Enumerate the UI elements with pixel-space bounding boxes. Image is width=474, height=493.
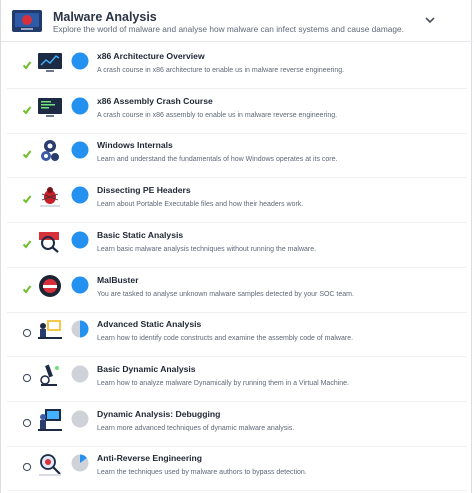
progress-circle-icon	[71, 231, 89, 249]
microscope-icon	[40, 364, 59, 386]
progress-circle-icon	[71, 276, 89, 293]
monitor-chart-icon	[38, 53, 62, 72]
progress-circle-icon	[71, 141, 89, 159]
room-item[interactable]: Basic Static Analysis Learn basic malware…	[1, 224, 473, 268]
empty-circle-icon	[22, 329, 32, 338]
module-card: Malware Analysis Explore the world of ma…	[0, 0, 473, 493]
progress-circle-icon	[71, 454, 89, 472]
progress-circle-icon	[71, 365, 89, 383]
module-header[interactable]: Malware Analysis Explore the world of ma…	[1, 0, 473, 42]
room-title[interactable]: Anti-Reverse Engineering	[97, 453, 202, 463]
progress-circle-icon	[71, 320, 89, 338]
room-item[interactable]: Dynamic Analysis: Debugging Learn more ad…	[1, 403, 473, 447]
room-item[interactable]: Advanced Static Analysis Learn how to ide…	[1, 313, 473, 358]
room-description: Learn how to analyze malware Dynamically…	[97, 379, 349, 387]
room-title[interactable]: x86 Architecture Overview	[97, 51, 205, 61]
room-title[interactable]: Dissecting PE Headers	[97, 185, 191, 195]
anti-re-magnifier-icon	[39, 454, 61, 477]
room-description: Learn basic malware analysis techniques …	[97, 245, 317, 253]
room-title[interactable]: Advanced Static Analysis	[97, 319, 201, 329]
room-description: Learn about Portable Executable files an…	[97, 201, 304, 209]
chevron-down-icon[interactable]	[423, 13, 437, 27]
magnifier-icon	[39, 231, 59, 253]
room-title[interactable]: Basic Static Analysis	[97, 230, 183, 240]
module-title: Malware Analysis	[53, 10, 157, 24]
room-description: A crash course in x86 architecture to en…	[97, 67, 345, 74]
room-item[interactable]: Anti-Reverse Engineering Learn the techni…	[1, 447, 473, 492]
check-icon	[22, 240, 32, 249]
progress-circle-icon	[71, 410, 89, 428]
room-description: You are tasked to analyse unknown malwar…	[97, 290, 354, 298]
progress-circle-icon	[71, 97, 89, 115]
room-description: Learn how to identify code constructs an…	[97, 335, 354, 343]
module-description: Explore the world of malware and analyse…	[53, 24, 404, 34]
room-title[interactable]: Windows Internals	[97, 140, 173, 150]
room-description: Learn the techniques used by malware aut…	[97, 469, 307, 477]
empty-circle-icon	[22, 463, 32, 472]
room-title[interactable]: Dynamic Analysis: Debugging	[97, 409, 220, 419]
room-title[interactable]: MalBuster	[97, 275, 139, 285]
room-title[interactable]: Basic Dynamic Analysis	[97, 364, 196, 374]
empty-circle-icon	[22, 418, 32, 427]
check-icon	[22, 106, 32, 115]
check-icon	[22, 284, 32, 294]
room-item[interactable]: x86 Architecture Overview A crash course …	[1, 45, 473, 89]
check-icon	[22, 195, 32, 204]
room-item[interactable]: Basic Dynamic Analysis Learn how to analy…	[1, 358, 473, 402]
room-description: A crash course in x86 assembly to enable…	[97, 111, 338, 119]
empty-circle-icon	[22, 373, 32, 383]
room-description: Learn more advanced techniques of dynami…	[97, 424, 295, 432]
room-item[interactable]: x86 Assembly Crash Course A crash course …	[1, 90, 473, 134]
check-icon	[22, 150, 32, 159]
room-item[interactable]: Dissecting PE Headers Learn about Portabl…	[1, 179, 473, 224]
progress-circle-icon	[71, 52, 89, 70]
malware-module-icon	[12, 10, 42, 32]
gears-icon	[41, 140, 59, 162]
room-description: Learn and understand the fundamentals of…	[97, 156, 338, 164]
divider	[7, 490, 467, 492]
malbuster-icon	[39, 274, 61, 297]
room-title[interactable]: x86 Assembly Crash Course	[97, 96, 213, 106]
check-icon	[22, 61, 32, 70]
room-item[interactable]: MalBuster You are tasked to analyse unkno…	[1, 269, 473, 313]
monitor-code-icon	[38, 97, 62, 117]
room-item[interactable]: Windows Internals Learn and understand th…	[1, 134, 473, 179]
debugger-desk-icon	[38, 408, 62, 431]
progress-circle-icon	[71, 186, 89, 204]
analyst-desk-icon	[38, 320, 62, 340]
bug-icon	[40, 187, 60, 208]
